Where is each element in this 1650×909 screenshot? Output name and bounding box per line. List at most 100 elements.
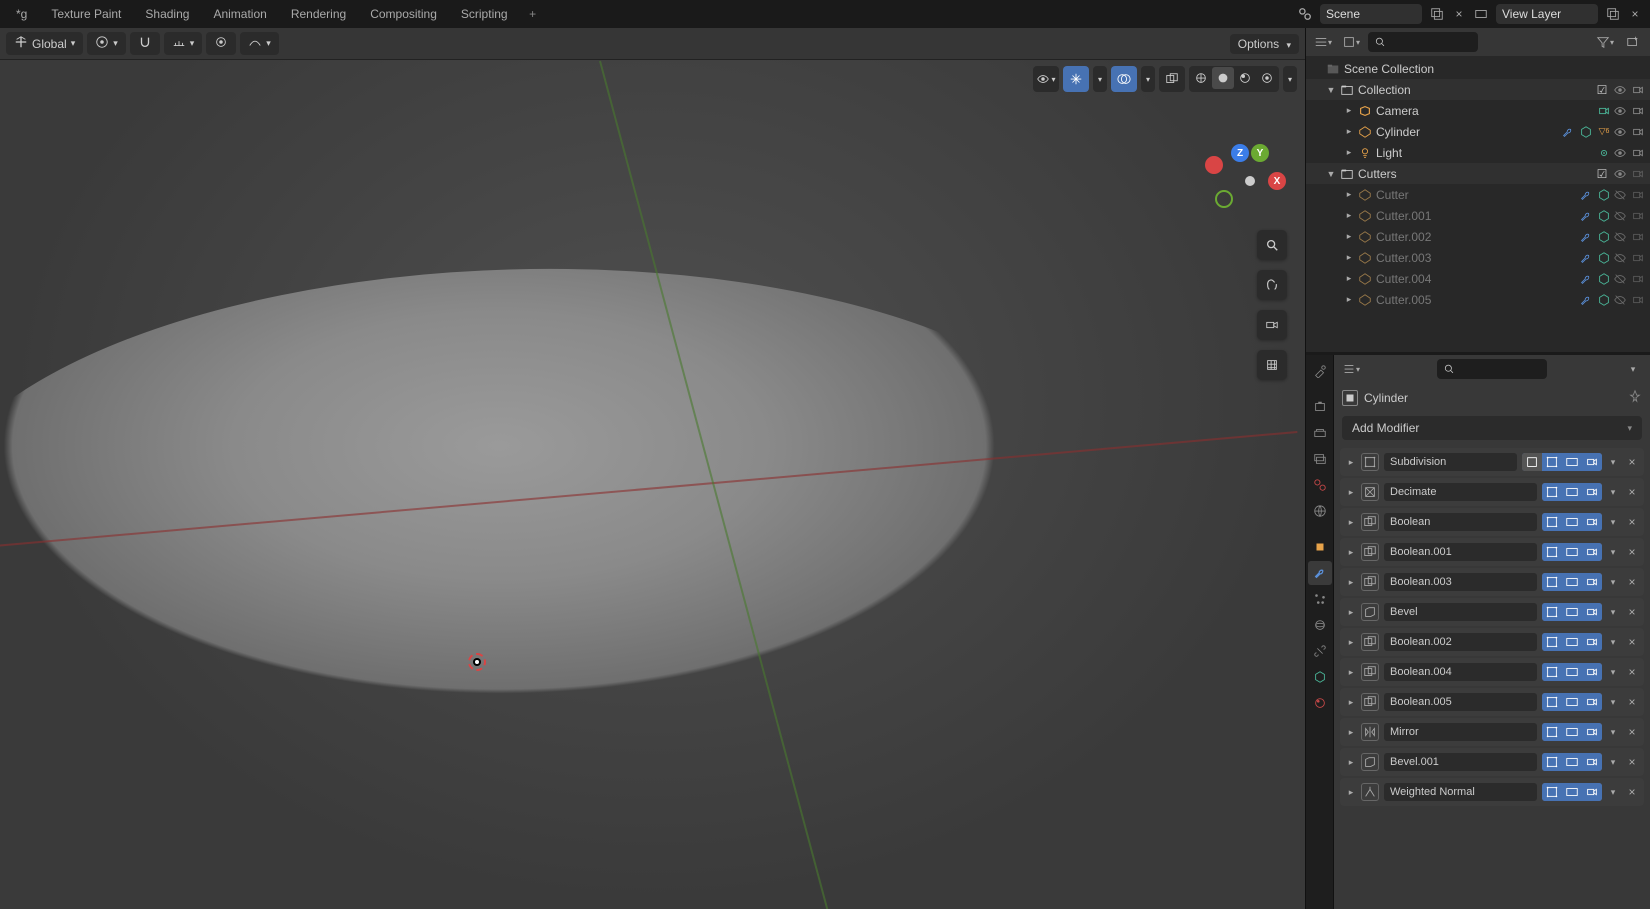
expand-toggle[interactable]: ▸ bbox=[1344, 457, 1358, 468]
outliner-item-camera[interactable]: ▸ Camera bbox=[1306, 100, 1650, 121]
scene-name-field[interactable] bbox=[1320, 4, 1422, 24]
hide-viewport-toggle[interactable] bbox=[1612, 208, 1628, 224]
modifier-delete-button[interactable]: × bbox=[1624, 515, 1640, 529]
pin-button[interactable] bbox=[1628, 389, 1642, 406]
show-viewport-toggle[interactable] bbox=[1562, 633, 1582, 651]
hide-viewport-toggle[interactable] bbox=[1612, 103, 1628, 119]
outliner-search[interactable] bbox=[1368, 32, 1478, 52]
modifier-delete-button[interactable]: × bbox=[1624, 725, 1640, 739]
proportional-edit-toggle[interactable] bbox=[206, 32, 236, 55]
outliner-item-cutter[interactable]: ▸ Cutter.005 bbox=[1306, 289, 1650, 310]
modifier-row[interactable]: ▸ Boolean.003 ▾ × bbox=[1340, 568, 1644, 596]
disable-render-toggle[interactable] bbox=[1630, 124, 1646, 140]
disable-render-toggle[interactable] bbox=[1630, 208, 1646, 224]
expand-toggle[interactable]: ▸ bbox=[1344, 727, 1358, 738]
expand-toggle[interactable]: ▸ bbox=[1344, 667, 1358, 678]
modifier-menu-button[interactable]: ▾ bbox=[1605, 577, 1621, 588]
modifier-menu-button[interactable]: ▾ bbox=[1605, 547, 1621, 558]
show-editmode-toggle[interactable] bbox=[1542, 453, 1562, 471]
modifier-delete-button[interactable]: × bbox=[1624, 635, 1640, 649]
modifier-row[interactable]: ▸ Bevel.001 ▾ × bbox=[1340, 748, 1644, 776]
show-render-toggle[interactable] bbox=[1582, 753, 1602, 771]
prop-tab-physics[interactable] bbox=[1308, 613, 1332, 637]
show-viewport-toggle[interactable] bbox=[1562, 573, 1582, 591]
add-modifier-button[interactable]: Add Modifier bbox=[1342, 416, 1642, 440]
modifier-menu-button[interactable]: ▾ bbox=[1605, 457, 1621, 468]
expand-toggle[interactable]: ▼ bbox=[1324, 85, 1338, 95]
show-render-toggle[interactable] bbox=[1582, 543, 1602, 561]
modifier-delete-button[interactable]: × bbox=[1624, 605, 1640, 619]
gizmos-dropdown[interactable]: ▾ bbox=[1093, 66, 1107, 92]
disable-render-toggle[interactable] bbox=[1630, 250, 1646, 266]
show-render-toggle[interactable] bbox=[1582, 633, 1602, 651]
hide-viewport-toggle[interactable] bbox=[1612, 187, 1628, 203]
show-viewport-toggle[interactable] bbox=[1562, 453, 1582, 471]
modifier-name-field[interactable]: Boolean.003 bbox=[1384, 573, 1537, 591]
new-viewlayer-button[interactable] bbox=[1602, 3, 1624, 25]
prop-tab-constraints[interactable] bbox=[1308, 639, 1332, 663]
show-viewport-toggle[interactable] bbox=[1562, 693, 1582, 711]
modifier-row[interactable]: ▸ Decimate ▾ × bbox=[1340, 478, 1644, 506]
modifier-menu-button[interactable]: ▾ bbox=[1605, 637, 1621, 648]
modifier-name-field[interactable]: Boolean.005 bbox=[1384, 693, 1537, 711]
prop-tab-modifiers[interactable] bbox=[1308, 561, 1332, 585]
modifier-row[interactable]: ▸ Boolean.001 ▾ × bbox=[1340, 538, 1644, 566]
show-editmode-toggle[interactable] bbox=[1542, 633, 1562, 651]
outliner-item-light[interactable]: ▸ Light bbox=[1306, 142, 1650, 163]
disable-render-toggle[interactable] bbox=[1630, 187, 1646, 203]
show-viewport-toggle[interactable] bbox=[1562, 603, 1582, 621]
expand-toggle[interactable]: ▸ bbox=[1342, 231, 1356, 242]
delete-scene-button[interactable]: × bbox=[1448, 3, 1470, 25]
expand-toggle[interactable]: ▸ bbox=[1344, 547, 1358, 558]
show-editmode-toggle[interactable] bbox=[1542, 543, 1562, 561]
collection-row-cutters[interactable]: ▼ Cutters ☑ bbox=[1306, 163, 1650, 184]
prop-tab-data[interactable] bbox=[1308, 665, 1332, 689]
show-render-toggle[interactable] bbox=[1582, 693, 1602, 711]
show-viewport-toggle[interactable] bbox=[1562, 513, 1582, 531]
expand-toggle[interactable]: ▸ bbox=[1342, 210, 1356, 221]
modifier-delete-button[interactable]: × bbox=[1624, 575, 1640, 589]
expand-toggle[interactable]: ▸ bbox=[1342, 294, 1356, 305]
modifier-delete-button[interactable]: × bbox=[1624, 455, 1640, 469]
show-render-toggle[interactable] bbox=[1582, 483, 1602, 501]
shading-material[interactable] bbox=[1234, 67, 1256, 89]
modifier-name-field[interactable]: Weighted Normal bbox=[1384, 783, 1537, 801]
show-editmode-toggle[interactable] bbox=[1542, 783, 1562, 801]
disable-render-toggle[interactable] bbox=[1630, 103, 1646, 119]
disable-render-toggle[interactable] bbox=[1630, 145, 1646, 161]
hide-viewport-toggle[interactable] bbox=[1612, 124, 1628, 140]
scene-collection-row[interactable]: Scene Collection bbox=[1306, 58, 1650, 79]
shading-dropdown[interactable]: ▾ bbox=[1283, 66, 1297, 92]
overlays-dropdown[interactable]: ▾ bbox=[1141, 66, 1155, 92]
gizmo-axis-neg-x[interactable] bbox=[1205, 156, 1223, 174]
show-editmode-toggle[interactable] bbox=[1542, 573, 1562, 591]
hide-viewport-toggle[interactable] bbox=[1612, 145, 1628, 161]
expand-toggle[interactable]: ▸ bbox=[1344, 607, 1358, 618]
collection-row[interactable]: ▼ Collection ☑ bbox=[1306, 79, 1650, 100]
prop-tab-render[interactable] bbox=[1308, 395, 1332, 419]
modifier-row[interactable]: ▸ Bevel ▾ × bbox=[1340, 598, 1644, 626]
properties-sync-dropdown[interactable]: ▾ bbox=[1340, 358, 1362, 380]
properties-search-input[interactable] bbox=[1455, 362, 1541, 376]
outliner-item-cutter[interactable]: ▸ Cutter.002 bbox=[1306, 226, 1650, 247]
expand-toggle[interactable]: ▸ bbox=[1342, 252, 1356, 263]
expand-toggle[interactable]: ▸ bbox=[1344, 637, 1358, 648]
shading-rendered[interactable] bbox=[1256, 67, 1278, 89]
show-render-toggle[interactable] bbox=[1582, 453, 1602, 471]
hide-viewport-toggle[interactable] bbox=[1612, 292, 1628, 308]
show-viewport-toggle[interactable] bbox=[1562, 783, 1582, 801]
disable-render-toggle[interactable] bbox=[1630, 166, 1646, 182]
modifier-name-field[interactable]: Boolean.001 bbox=[1384, 543, 1537, 561]
modifier-name-field[interactable]: Boolean bbox=[1384, 513, 1537, 531]
transform-orientation-dropdown[interactable]: Global ▾ bbox=[6, 32, 83, 55]
show-viewport-toggle[interactable] bbox=[1562, 543, 1582, 561]
shading-wireframe[interactable] bbox=[1190, 67, 1212, 89]
outliner-item-cutter[interactable]: ▸ Cutter.003 bbox=[1306, 247, 1650, 268]
expand-toggle[interactable]: ▸ bbox=[1342, 105, 1356, 116]
expand-toggle[interactable]: ▸ bbox=[1342, 189, 1356, 200]
show-render-toggle[interactable] bbox=[1582, 603, 1602, 621]
on-cage-toggle[interactable] bbox=[1522, 453, 1542, 471]
show-viewport-toggle[interactable] bbox=[1562, 753, 1582, 771]
modifier-row[interactable]: ▸ Boolean.005 ▾ × bbox=[1340, 688, 1644, 716]
show-editmode-toggle[interactable] bbox=[1542, 603, 1562, 621]
